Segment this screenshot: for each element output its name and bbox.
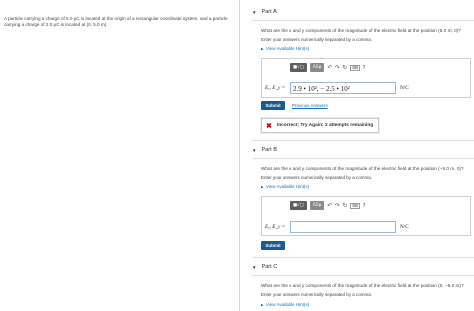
- part-a-answer-box: ■√□ AΣφ ↶ ↷ ↻ ⌨ ? Eₓ, E_y = 2.9 • 10², −…: [261, 58, 471, 98]
- part-b-eq-label: Eₓ, E_y =: [265, 224, 286, 230]
- part-c-question: What are the x and y components of the m…: [261, 283, 464, 288]
- keyboard-icon[interactable]: ⌨: [350, 64, 360, 71]
- part-b-units: N/C: [400, 224, 409, 230]
- redo-icon[interactable]: ↷: [335, 203, 340, 209]
- part-b-math-toolbar: ■√□ AΣφ ↶ ↷ ↻ ⌨ ?: [290, 201, 366, 210]
- reset-icon[interactable]: ↻: [343, 65, 348, 71]
- collapse-triangle-icon: ▼: [252, 9, 257, 15]
- part-a-eq-label: Eₓ, E_y =: [265, 85, 286, 91]
- redo-icon[interactable]: ↷: [335, 65, 340, 71]
- part-a-end-rule: [252, 140, 474, 141]
- part-a-instruction: Enter your answers numerically separated…: [261, 37, 373, 42]
- part-c-header[interactable]: ▼ Part C: [252, 264, 277, 270]
- part-b-answer-input[interactable]: [290, 221, 396, 233]
- reset-icon[interactable]: ↻: [343, 203, 348, 209]
- part-b-submit-button[interactable]: Submit: [261, 241, 285, 250]
- caret-right-icon: ▶: [261, 303, 264, 307]
- greek-symbols-button[interactable]: AΣφ: [309, 63, 325, 72]
- collapse-triangle-icon: ▼: [252, 147, 257, 153]
- part-a-question: What are the x and y components of the m…: [261, 28, 461, 33]
- part-c-rule: [252, 275, 474, 276]
- part-a-units: N/C: [400, 85, 409, 91]
- part-a-submit-button[interactable]: Submit: [261, 101, 285, 110]
- part-b-end-rule: [252, 257, 474, 258]
- part-a-rule: [252, 20, 474, 21]
- part-b-hint-link[interactable]: ▶ View Available Hint(s): [261, 184, 309, 189]
- part-b-title: Part B: [261, 147, 278, 153]
- part-a-feedback: ✖ Incorrect; Try Again; 2 attempts remai…: [261, 118, 379, 133]
- templates-button[interactable]: ■√□: [290, 201, 307, 210]
- part-a-hint-link[interactable]: ▶ View Available Hint(s): [261, 46, 309, 51]
- part-a-title: Part A: [261, 9, 277, 15]
- undo-icon[interactable]: ↶: [327, 65, 332, 71]
- part-a-answer-input[interactable]: 2.9 • 10², − 2.5 • 10²: [290, 82, 396, 94]
- part-a-hint-label: View Available Hint(s): [265, 46, 310, 51]
- feedback-message: Incorrect; Try Again; 2 attempts remaini…: [276, 123, 374, 128]
- part-b-header[interactable]: ▼ Part B: [252, 147, 277, 153]
- part-b-answer-box: ■√□ AΣφ ↶ ↷ ↻ ⌨ ? Eₓ, E_y = N/C: [261, 196, 471, 236]
- problem-statement: A particle carrying a charge of 5.0 μC i…: [4, 16, 228, 27]
- part-a-math-toolbar: ■√□ AΣφ ↶ ↷ ↻ ⌨ ?: [290, 63, 366, 72]
- incorrect-x-icon: ✖: [266, 122, 272, 130]
- collapse-triangle-icon: ▼: [252, 264, 257, 270]
- part-b-hint-label: View Available Hint(s): [265, 184, 310, 189]
- undo-icon[interactable]: ↶: [327, 203, 332, 209]
- help-icon[interactable]: ?: [363, 65, 366, 71]
- greek-symbols-button[interactable]: AΣφ: [309, 201, 325, 210]
- help-icon[interactable]: ?: [363, 203, 366, 209]
- part-c-hint-link[interactable]: ▶ View Available Hint(s): [261, 302, 309, 307]
- part-c-instruction: Enter your answers numerically separated…: [261, 292, 373, 297]
- column-divider: [239, 0, 240, 311]
- previous-answers-link[interactable]: Previous Answers: [292, 103, 328, 108]
- part-a-header[interactable]: ▼ Part A: [252, 9, 277, 15]
- caret-right-icon: ▶: [261, 185, 264, 189]
- part-c-title: Part C: [261, 264, 278, 270]
- caret-right-icon: ▶: [261, 47, 264, 51]
- templates-button[interactable]: ■√□: [290, 63, 307, 72]
- part-b-rule: [252, 158, 474, 159]
- part-b-question: What are the x and y components of the m…: [261, 166, 464, 171]
- part-c-hint-label: View Available Hint(s): [265, 302, 310, 307]
- part-b-instruction: Enter your answers numerically separated…: [261, 175, 373, 180]
- keyboard-icon[interactable]: ⌨: [350, 202, 360, 209]
